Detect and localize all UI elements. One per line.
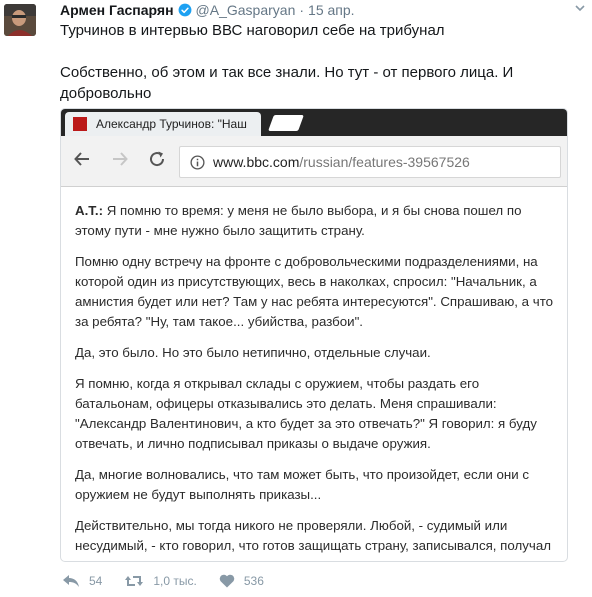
reply-count: 54 [89,574,103,588]
separator-dot: · [299,2,305,18]
like-count: 536 [243,574,264,588]
address-bar: www.bbc.com/russian/features-39567526 [179,146,561,178]
tweet-header: Армен Гаспарян @A_Gasparyan · 15 апр. [60,0,355,20]
tweet-text-line: Собственно, об этом и так все знали. Но … [60,64,514,102]
chevron-down-icon[interactable] [574,2,586,14]
url-host: www.bbc.com [213,154,300,170]
verified-badge-icon [178,3,191,17]
article-paragraph: Да, многие волновались, что там может бы… [75,467,530,502]
article-paragraph: Помню одну встречу на фронте с доброволь… [75,254,554,329]
info-icon [190,154,205,170]
tweet-text: Турчинов в интервью ВВС наговорил себе н… [60,20,575,104]
author-name[interactable]: Армен Гаспарян [60,2,174,18]
avatar-photo [4,4,36,36]
tweet-actions: 54 1,0 тыс. 536 [62,572,286,590]
reply-icon [63,575,79,587]
article-paragraph-text: Я помню то время: у меня не было выбора,… [75,203,522,238]
reload-icon [150,151,165,167]
like-button[interactable]: 536 [219,574,264,588]
back-arrow-icon [74,152,89,166]
tweet-text-line: Турчинов в интервью ВВС наговорил себе н… [60,22,445,39]
article-paragraph: Действительно, мы тогда никого не провер… [75,518,551,561]
article-body: А.Т.: Я помню то время: у меня не было в… [61,187,567,561]
browser-toolbar: www.bbc.com/russian/features-39567526 [61,136,567,187]
reply-button[interactable]: 54 [62,574,102,588]
author-handle[interactable]: @A_Gasparyan [196,2,296,18]
heart-icon [219,574,235,588]
avatar[interactable] [4,4,36,36]
retweet-icon [125,576,144,586]
retweet-count: 1,0 тыс. [153,574,197,588]
speaker-label: А.Т.: [75,203,104,218]
article-paragraph: А.Т.: Я помню то время: у меня не было в… [75,201,555,241]
new-tab-icon [268,115,304,131]
article-paragraph: Да, это было. Но это было нетипично, отд… [75,345,431,360]
url-path: /russian/features-39567526 [299,154,470,170]
bbc-favicon-icon [73,117,87,131]
tweet-timestamp[interactable]: 15 апр. [308,2,355,18]
browser-tab-bar: Александр Турчинов: "Наш [61,109,567,136]
tab-title: Александр Турчинов: "Наш [96,117,247,131]
attached-screenshot[interactable]: Александр Турчинов: "Наш www.bbc.com/rus… [60,108,568,562]
retweet-button[interactable]: 1,0 тыс. [124,574,197,588]
browser-tab: Александр Турчинов: "Наш [65,112,261,136]
forward-arrow-icon [113,152,128,166]
article-paragraph: Я помню, когда я открывал склады с оружи… [75,376,537,451]
